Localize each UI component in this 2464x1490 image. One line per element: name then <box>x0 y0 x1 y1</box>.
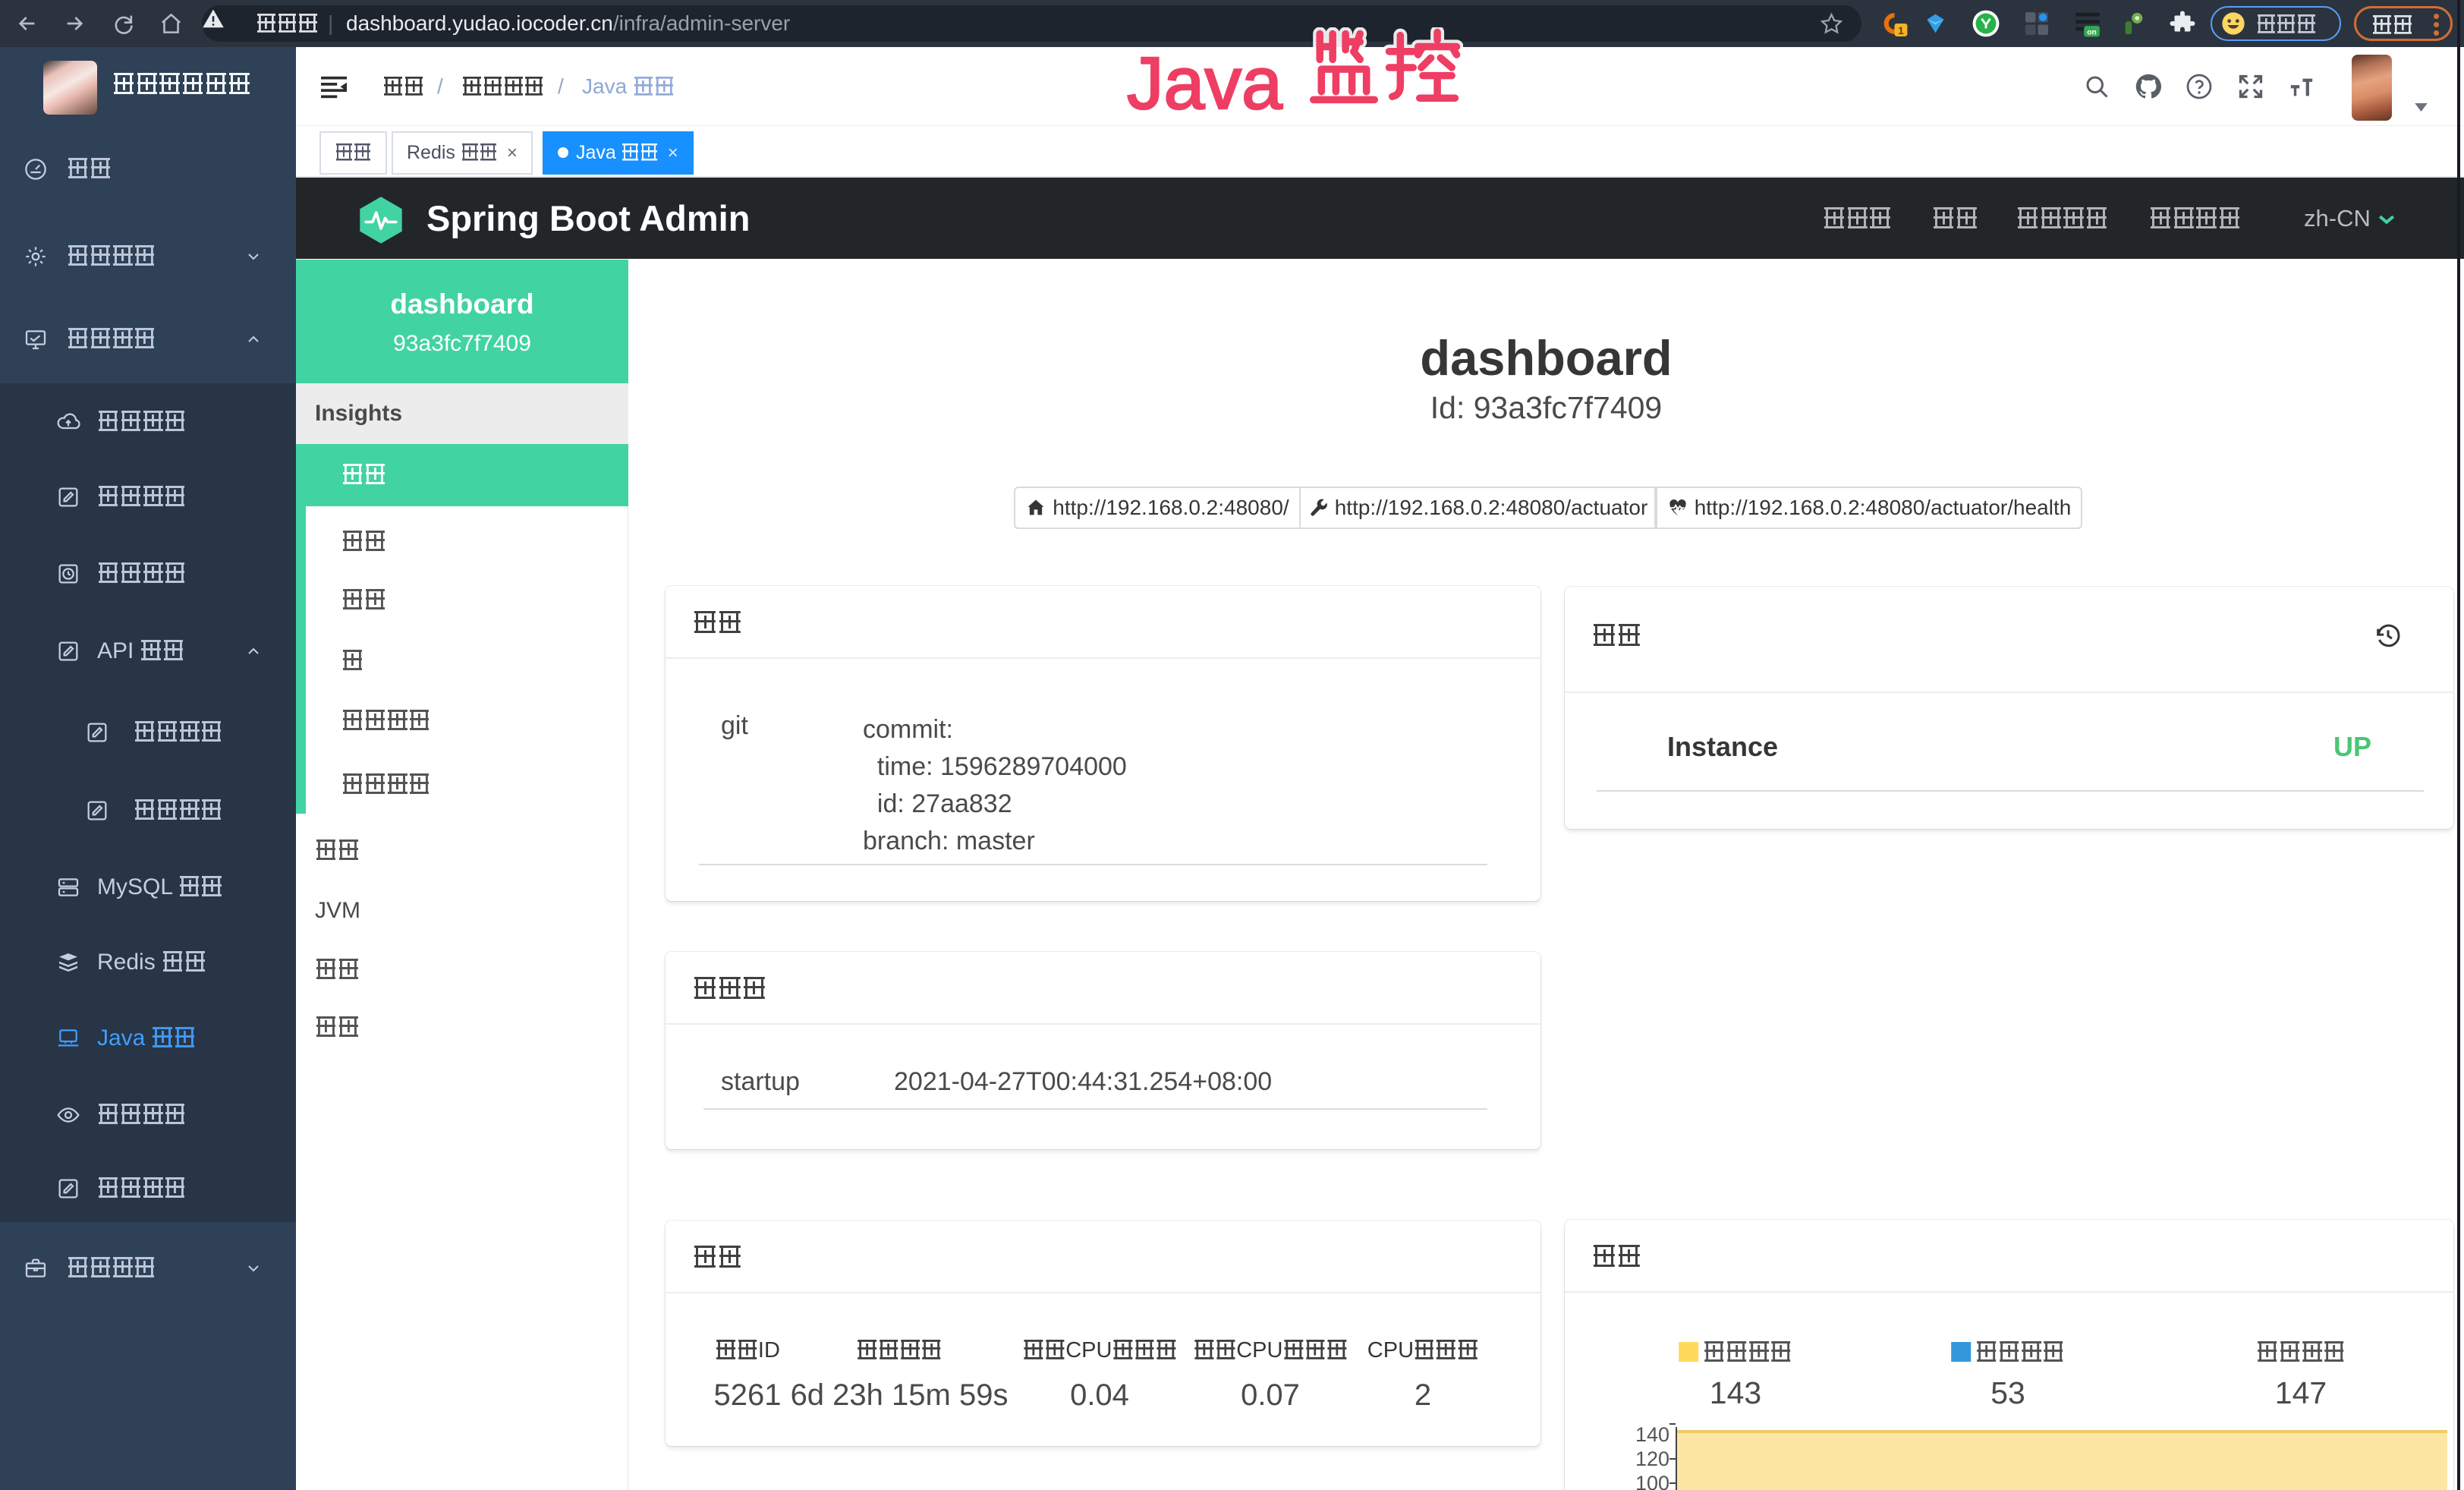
svg-text:on: on <box>2087 28 2097 36</box>
svg-text:1: 1 <box>1898 24 1904 36</box>
